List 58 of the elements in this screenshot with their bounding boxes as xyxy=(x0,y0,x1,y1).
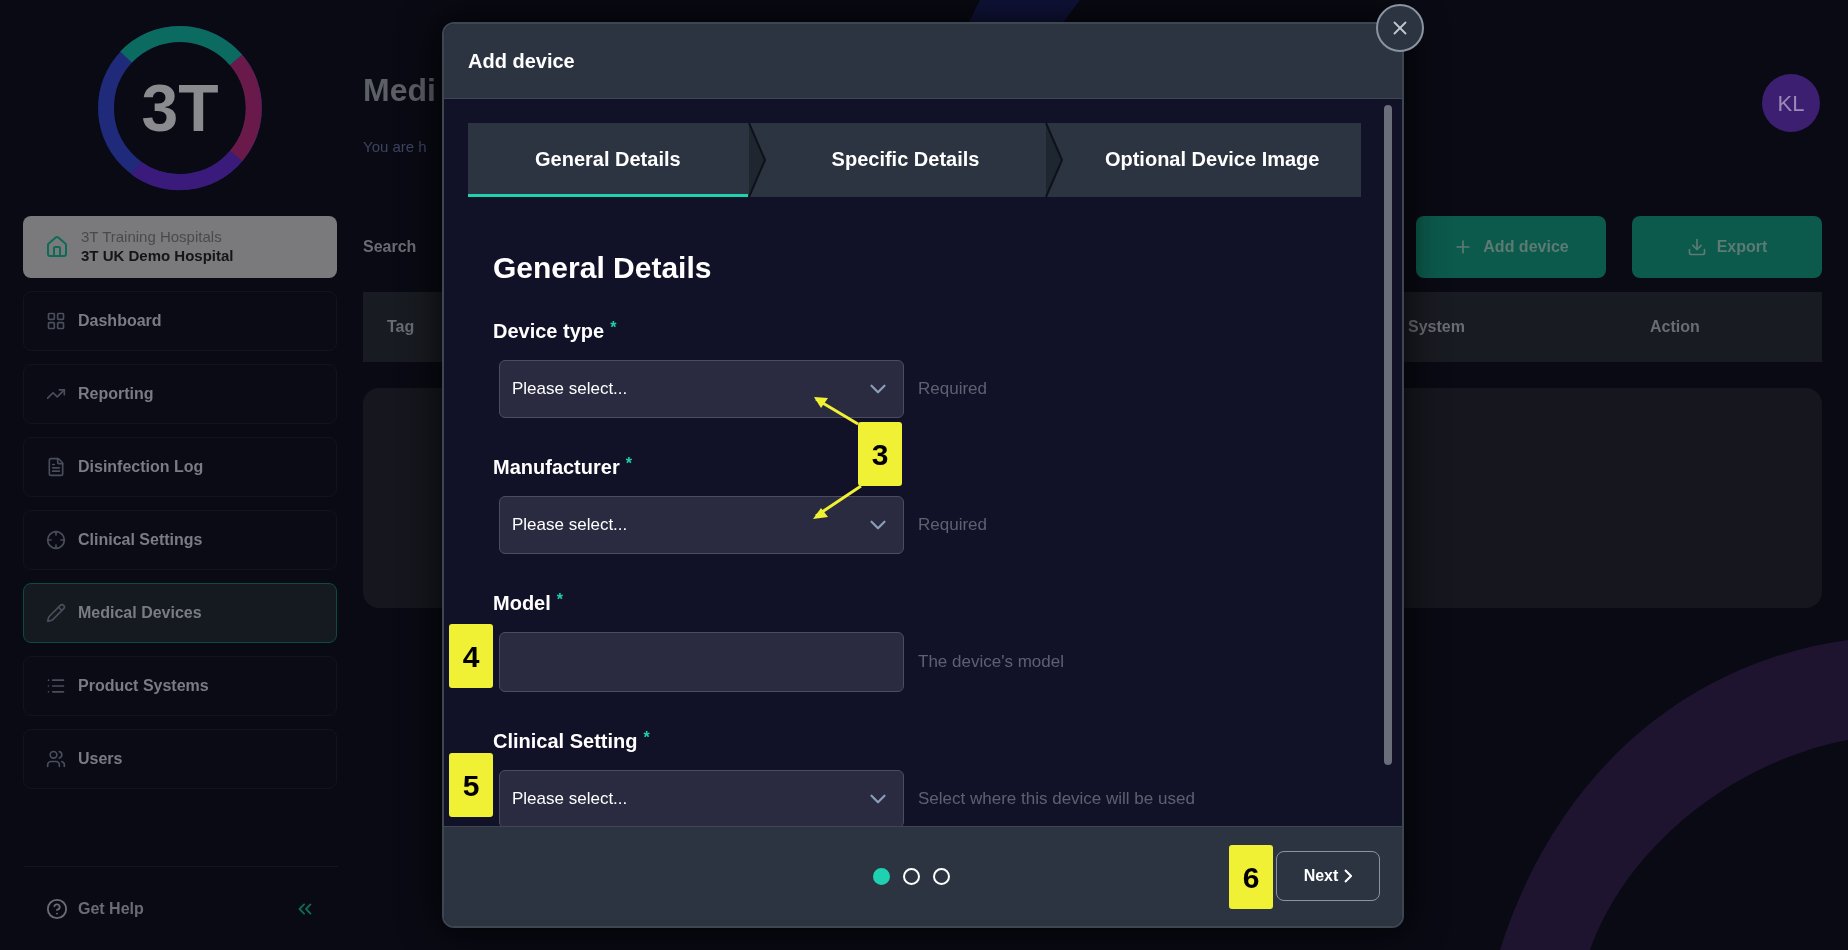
nav-item[interactable]: Dashboard xyxy=(23,291,337,351)
field-hint: Required xyxy=(918,378,987,401)
download-icon xyxy=(1686,237,1707,257)
hospital-name: 3T UK Demo Hospital xyxy=(81,247,234,266)
field-label: Device type xyxy=(493,319,605,344)
annotation-badge: 3 xyxy=(858,422,902,486)
step-separator-icon xyxy=(747,123,766,197)
next-button[interactable]: Next xyxy=(1276,851,1380,901)
column-header: Tag xyxy=(386,317,415,337)
chevron-right-icon xyxy=(1344,869,1353,883)
pencil-icon xyxy=(46,603,66,623)
annotation-badge: 4 xyxy=(449,624,493,688)
grid-icon xyxy=(46,311,66,331)
nav-item[interactable]: Medical Devices xyxy=(23,583,337,643)
step-tab[interactable]: Specific Details xyxy=(765,123,1046,197)
modal-title: Add device xyxy=(468,49,575,74)
field-label: Clinical Setting xyxy=(493,729,638,754)
close-button[interactable] xyxy=(1376,4,1424,52)
home-icon xyxy=(45,235,69,259)
crosshair-icon xyxy=(46,530,66,550)
required-mark: * xyxy=(625,454,632,474)
page-subtitle: You are h xyxy=(363,137,428,157)
page-title: Medi xyxy=(363,71,436,110)
step-tab[interactable]: Optional Device Image xyxy=(1063,123,1361,197)
field-label: Manufacturer xyxy=(493,455,620,480)
logo-text: 3T xyxy=(140,69,220,147)
field-hint: Select where this device will be used xyxy=(918,788,1195,811)
document-icon xyxy=(46,457,66,477)
step-separator-icon xyxy=(1045,123,1064,197)
user-avatar[interactable]: KL xyxy=(1762,74,1820,132)
nav-item[interactable]: Clinical Settings xyxy=(23,510,337,570)
required-mark: * xyxy=(610,318,617,338)
logo-ring-icon xyxy=(96,24,264,192)
help-icon xyxy=(46,897,68,920)
input-field[interactable] xyxy=(499,632,904,692)
annotation-badge: 5 xyxy=(449,753,493,817)
nav-item[interactable]: Product Systems xyxy=(23,656,337,716)
field-label: Model xyxy=(493,591,551,616)
field-hint: Required xyxy=(918,514,987,537)
annotation-badge: 6 xyxy=(1229,845,1273,909)
select-field[interactable]: Please select... xyxy=(499,770,904,826)
section-heading: General Details xyxy=(493,251,712,284)
users-icon xyxy=(46,749,66,769)
column-header: System xyxy=(1408,317,1466,337)
field-hint: The device's model xyxy=(918,651,1064,674)
help-link[interactable]: Get Help xyxy=(78,896,144,921)
scrollbar-thumb[interactable] xyxy=(1384,105,1392,765)
nav-item[interactable]: Users xyxy=(23,729,337,789)
select-field[interactable]: Please select... xyxy=(499,496,904,554)
select-field[interactable]: Please select... xyxy=(499,360,904,418)
list-icon xyxy=(46,676,66,696)
step-tab[interactable]: General Details xyxy=(468,123,748,197)
column-header: Action xyxy=(1650,317,1701,337)
search-label: Search xyxy=(363,237,417,257)
required-mark: * xyxy=(556,590,563,610)
nav-item[interactable]: Disinfection Log xyxy=(23,437,337,497)
required-mark: * xyxy=(643,728,650,748)
nav-item[interactable]: Reporting xyxy=(23,364,337,424)
